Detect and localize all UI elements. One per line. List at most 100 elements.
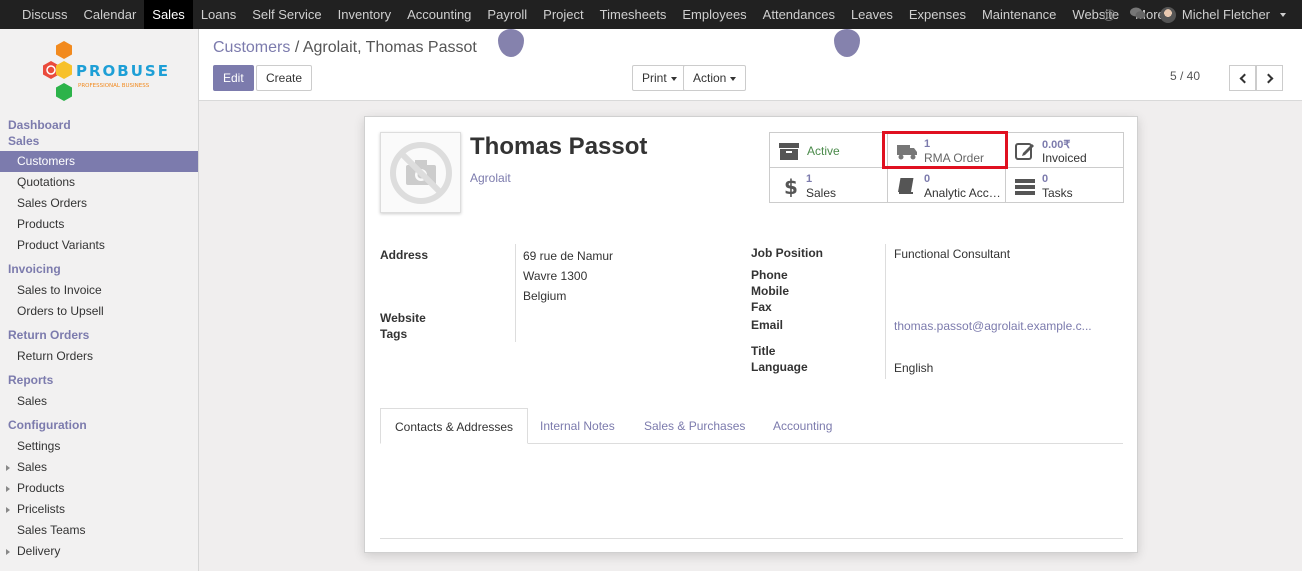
tab-content-divider xyxy=(380,538,1123,539)
invoiced-button[interactable]: 0.00₹ Invoiced xyxy=(1006,133,1124,168)
pager-value[interactable]: 5 / 40 xyxy=(1170,69,1200,83)
language-label: Language xyxy=(751,360,808,374)
sidebar-item-orders-to-upsell[interactable]: Orders to Upsell xyxy=(0,301,198,322)
sidebar-item-sales-orders[interactable]: Sales Orders xyxy=(0,193,198,214)
chat-bubbles-icon[interactable] xyxy=(1129,7,1146,23)
control-panel: Customers / Agrolait, Thomas Passot Edit… xyxy=(199,29,1302,101)
sidebar-heading-configuration[interactable]: Configuration xyxy=(0,417,198,433)
rma-order-button[interactable]: 1 RMA Order xyxy=(888,133,1006,168)
sidebar-item-config-products[interactable]: Products xyxy=(0,478,198,499)
company-logo[interactable]: PROBUSE PROFESSIONAL BUSINESS xyxy=(38,39,168,109)
tasks-tasks-icon xyxy=(1015,179,1035,195)
sidebar-item-return-orders[interactable]: Return Orders xyxy=(0,346,198,367)
pager-next-button[interactable] xyxy=(1256,65,1283,91)
tags-label: Tags xyxy=(380,327,408,341)
breadcrumb-current: Agrolait, Thomas Passot xyxy=(302,39,477,56)
tab-accounting[interactable]: Accounting xyxy=(759,408,846,444)
sidebar-heading-return-orders[interactable]: Return Orders xyxy=(0,327,198,343)
truck-icon xyxy=(897,145,917,160)
at-sign-icon[interactable]: @ xyxy=(1103,7,1116,22)
menu-sales[interactable]: Sales xyxy=(144,0,193,29)
action-label: Action xyxy=(693,71,727,85)
caret-down-icon xyxy=(1280,12,1286,17)
email-link[interactable]: thomas.passot@agrolait.example.c... xyxy=(894,319,1092,333)
breadcrumb: Customers / Agrolait, Thomas Passot xyxy=(213,39,477,57)
menu-discuss[interactable]: Discuss xyxy=(14,0,76,29)
menu-project[interactable]: Project xyxy=(535,0,591,29)
tasks-count: 0 xyxy=(1042,173,1049,185)
user-name: Michel Fletcher xyxy=(1181,7,1270,22)
menu-maintenance[interactable]: Maintenance xyxy=(974,0,1064,29)
sidebar-item-sales-to-invoice[interactable]: Sales to Invoice xyxy=(0,280,198,301)
mobile-label: Mobile xyxy=(751,284,789,298)
sidebar-item-reports-sales[interactable]: Sales xyxy=(0,391,198,412)
menu-inventory[interactable]: Inventory xyxy=(330,0,399,29)
sidebar-item-settings[interactable]: Settings xyxy=(0,436,198,457)
breadcrumb-customers-link[interactable]: Customers xyxy=(213,39,290,56)
sidebar-heading-dashboard[interactable]: Dashboard xyxy=(0,117,198,133)
tab-internal-notes[interactable]: Internal Notes xyxy=(526,408,629,444)
tasks-label: Tasks xyxy=(1042,186,1073,200)
active-label: Active xyxy=(807,144,840,158)
menu-loans[interactable]: Loans xyxy=(193,0,244,29)
fax-label: Fax xyxy=(751,300,772,314)
sidebar-item-product-variants[interactable]: Product Variants xyxy=(0,235,198,256)
menu-leaves[interactable]: Leaves xyxy=(843,0,901,29)
job-position-value[interactable]: Functional Consultant xyxy=(894,247,1010,261)
sidebar-item-customers[interactable]: Customers xyxy=(0,151,198,172)
sidebar-heading-reports[interactable]: Reports xyxy=(0,372,198,388)
address-city[interactable]: Wavre 1300 xyxy=(523,269,587,283)
sidebar-item-label: Delivery xyxy=(17,544,61,558)
field-divider xyxy=(515,244,516,342)
sidebar-item-products[interactable]: Products xyxy=(0,214,198,235)
cursor-drop-marker xyxy=(498,29,524,57)
menu-timesheets[interactable]: Timesheets xyxy=(592,0,675,29)
tab-sales-purchases[interactable]: Sales & Purchases xyxy=(630,408,759,444)
sidebar-item-config-sales[interactable]: Sales xyxy=(0,457,198,478)
partner-photo[interactable] xyxy=(380,132,461,213)
tasks-button[interactable]: 0 Tasks xyxy=(1006,168,1124,203)
language-value[interactable]: English xyxy=(894,361,933,375)
menu-calendar[interactable]: Calendar xyxy=(76,0,145,29)
smart-buttons-box: Active 1 RMA Order 0.00₹ Invoiced $ 1 Sa… xyxy=(769,132,1124,203)
print-button[interactable]: Print xyxy=(632,65,687,91)
tab-contacts-addresses[interactable]: Contacts & Addresses xyxy=(380,408,529,444)
avatar xyxy=(1159,6,1176,23)
sales-label: Sales xyxy=(806,186,837,200)
address-street[interactable]: 69 rue de Namur xyxy=(523,249,613,263)
analytic-accounts-button[interactable]: 0 Analytic Acco... xyxy=(888,168,1006,203)
job-position-label: Job Position xyxy=(751,246,823,260)
systray: @ Michel Fletcher xyxy=(1103,0,1286,29)
logo-tagline-text: PROFESSIONAL BUSINESS xyxy=(78,83,150,89)
sidebar-item-pricelists[interactable]: Pricelists xyxy=(0,499,198,520)
dollar-icon: $ xyxy=(784,175,798,197)
sidebar-item-quotations[interactable]: Quotations xyxy=(0,172,198,193)
expand-triangle-icon xyxy=(6,486,10,492)
sidebar-item-delivery[interactable]: Delivery xyxy=(0,541,198,562)
analytic-label: Analytic Acco... xyxy=(924,186,1004,200)
create-button[interactable]: Create xyxy=(256,65,313,91)
address-country[interactable]: Belgium xyxy=(523,289,566,303)
menu-payroll[interactable]: Payroll xyxy=(479,0,535,29)
edit-button[interactable]: Edit xyxy=(213,65,254,91)
menu-self-service[interactable]: Self Service xyxy=(244,0,329,29)
action-button[interactable]: Action xyxy=(683,65,747,91)
menu-attendances[interactable]: Attendances xyxy=(755,0,843,29)
logo-brand-text: PROBUSE xyxy=(76,62,168,80)
sidebar: PROBUSE PROFESSIONAL BUSINESS Dashboard … xyxy=(0,29,199,571)
sales-button[interactable]: $ 1 Sales xyxy=(770,168,888,203)
sales-count: 1 xyxy=(806,173,813,185)
user-menu[interactable]: Michel Fletcher xyxy=(1159,6,1286,23)
sidebar-heading-invoicing[interactable]: Invoicing xyxy=(0,261,198,277)
active-toggle-button[interactable]: Active xyxy=(770,133,888,168)
sidebar-heading-sales[interactable]: Sales xyxy=(0,133,198,149)
menu-employees[interactable]: Employees xyxy=(674,0,754,29)
menu-expenses[interactable]: Expenses xyxy=(901,0,974,29)
sidebar-item-label: Pricelists xyxy=(17,502,66,516)
sidebar-item-label: Sales xyxy=(17,460,48,474)
partner-company-link[interactable]: Agrolait xyxy=(470,171,511,185)
pager-previous-button[interactable] xyxy=(1229,65,1256,91)
sidebar-item-sales-teams[interactable]: Sales Teams xyxy=(0,520,198,541)
notebook-tabs: Contacts & Addresses Internal Notes Sale… xyxy=(380,408,1123,444)
menu-accounting[interactable]: Accounting xyxy=(399,0,479,29)
